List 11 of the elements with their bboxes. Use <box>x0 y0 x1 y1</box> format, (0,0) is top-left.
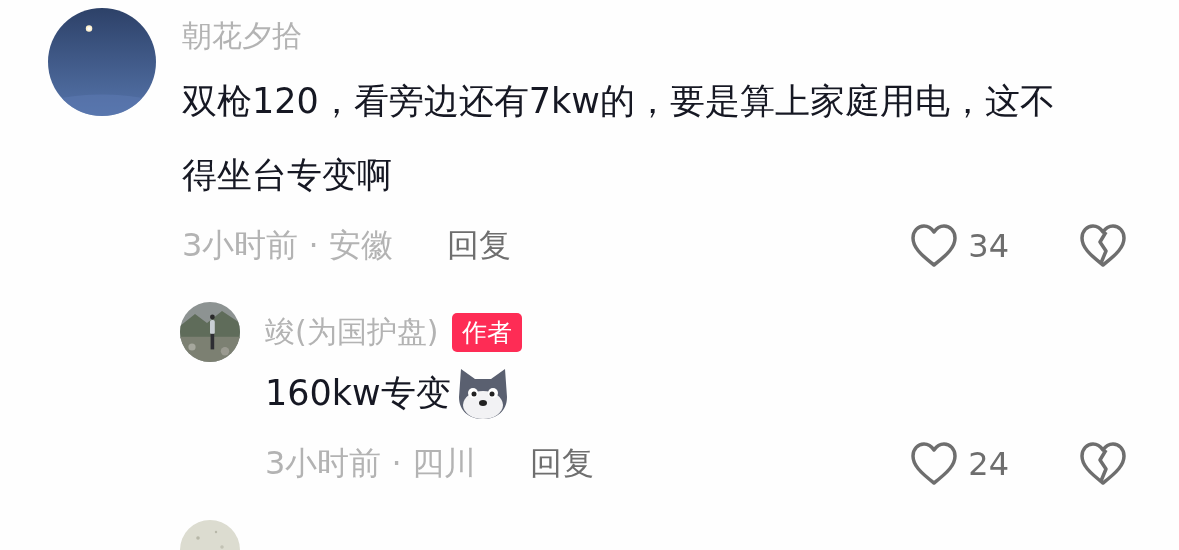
reply-button[interactable]: 回复 <box>446 224 511 268</box>
comment-text: 160kw专变 <box>265 372 451 415</box>
author-badge: 作者 <box>452 312 523 352</box>
dislike-button[interactable] <box>1079 441 1127 487</box>
dislike-button[interactable] <box>1079 223 1127 269</box>
like-button[interactable]: 24 <box>910 441 1009 487</box>
comment-text: 双枪120，看旁边还有7kw的，要是算上家庭用电，这不得坐台专变啊 <box>182 80 1056 197</box>
like-button[interactable]: 34 <box>910 223 1009 269</box>
reply-button[interactable]: 回复 <box>529 442 594 486</box>
comment-time-location: 3小时前 · 安徽 <box>182 225 393 266</box>
comment-time-location: 3小时前 · 四川 <box>265 443 476 484</box>
